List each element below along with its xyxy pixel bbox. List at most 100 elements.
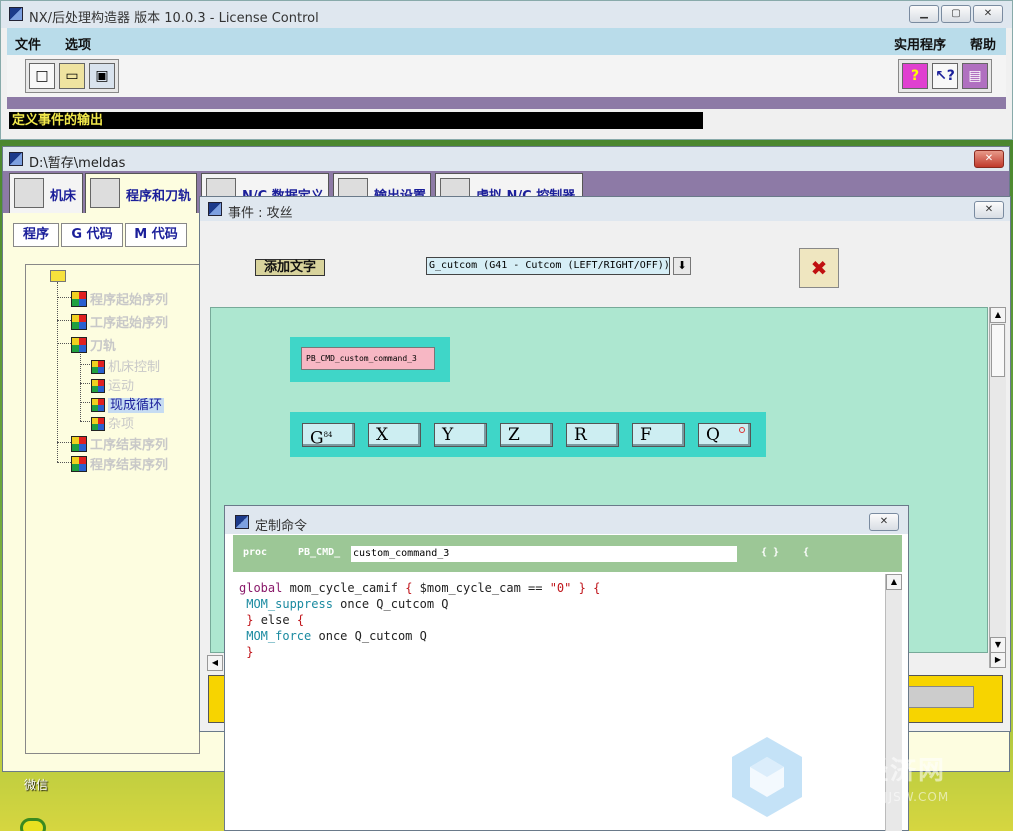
minimize-icon[interactable]: ▁ bbox=[909, 5, 939, 23]
menu-help[interactable]: 帮助 bbox=[970, 34, 996, 53]
tree-node-operation-end[interactable]: 工序结束序列 bbox=[71, 434, 168, 453]
block-template-combo[interactable]: G_cutcom (G41 - Cutcom (LEFT/RIGHT/OFF)) bbox=[426, 257, 670, 275]
event-vertical-scrollbar[interactable]: ▲ ▼ ▶ bbox=[989, 307, 1006, 668]
scroll-thumb[interactable] bbox=[991, 324, 1005, 377]
menu-file[interactable]: 文件 bbox=[15, 34, 41, 53]
watermark-text: 经济网 bbox=[862, 756, 947, 786]
tree-node-program-end[interactable]: 程序结束序列 bbox=[71, 454, 168, 473]
tree-node-misc[interactable]: 杂项 bbox=[91, 413, 134, 432]
open-folder-icon[interactable]: ▭ bbox=[59, 63, 85, 89]
cube-icon bbox=[71, 456, 87, 472]
file-tool-group: □ ▭ ▣ bbox=[25, 59, 119, 93]
doc-close-icon[interactable]: ✕ bbox=[974, 150, 1004, 168]
proc-prefix: PB_CMD_ bbox=[298, 547, 341, 558]
address-label: R bbox=[574, 425, 587, 445]
cube-icon bbox=[91, 398, 105, 412]
wechat-icon[interactable] bbox=[20, 818, 46, 831]
address-y[interactable]: Y bbox=[434, 423, 487, 447]
custom-app-icon bbox=[235, 515, 249, 529]
app-icon bbox=[9, 7, 23, 21]
main-window: NX/后处理构造器 版本 10.0.3 - License Control ▁ … bbox=[0, 0, 1013, 140]
tree-line bbox=[57, 320, 71, 321]
tab-label: 机床 bbox=[50, 189, 77, 204]
tree-node-operation-start[interactable]: 工序起始序列 bbox=[71, 312, 168, 331]
action-button[interactable] bbox=[899, 686, 974, 708]
address-label: G bbox=[310, 428, 324, 449]
custom-command-title: 定制命令 bbox=[255, 519, 308, 534]
tab-program-toolpath[interactable]: 程序和刀轨 bbox=[85, 173, 197, 213]
proc-body-brace: { bbox=[803, 547, 810, 558]
event-close-icon[interactable]: ✕ bbox=[974, 201, 1004, 219]
balloon-help-icon[interactable]: ? bbox=[902, 63, 928, 89]
code-scroll-up-icon[interactable]: ▲ bbox=[886, 574, 902, 590]
folder-icon[interactable] bbox=[50, 270, 66, 282]
subtab-m-code[interactable]: M 代码 bbox=[125, 223, 187, 247]
desktop-icon-label[interactable]: 微信 bbox=[24, 776, 48, 793]
save-icon[interactable]: ▣ bbox=[89, 63, 115, 89]
address-f[interactable]: F bbox=[632, 423, 685, 447]
trash-icon[interactable]: ✖ bbox=[799, 248, 839, 288]
menu-options[interactable]: 选项 bbox=[65, 34, 91, 53]
tree-line bbox=[57, 343, 71, 344]
address-q[interactable]: Q bbox=[698, 423, 751, 447]
custom-close-icon[interactable]: ✕ bbox=[869, 513, 899, 531]
proc-name-input[interactable]: custom_command_3 bbox=[351, 546, 737, 562]
scroll-left-icon[interactable]: ◀ bbox=[207, 655, 223, 671]
address-x[interactable]: X bbox=[368, 423, 421, 447]
context-help-icon[interactable]: ↖? bbox=[932, 63, 958, 89]
code-line: MOM_force once Q_cutcom Q bbox=[246, 629, 427, 643]
machine-icon bbox=[14, 178, 44, 208]
tree-node-program-start[interactable]: 程序起始序列 bbox=[71, 289, 168, 308]
address-sup: 84 bbox=[323, 431, 333, 439]
menu-bar: 文件 选项 实用程序 帮助 bbox=[7, 28, 1006, 55]
address-label: Z bbox=[508, 425, 520, 445]
custom-command-block: PB_CMD_custom_command_3 bbox=[290, 337, 450, 382]
subtab-g-code[interactable]: G 代码 bbox=[61, 223, 123, 247]
address-label: Y bbox=[442, 425, 454, 445]
close-icon[interactable]: ✕ bbox=[973, 5, 1003, 23]
tree-node-canned-cycle[interactable]: 现成循环 bbox=[91, 394, 165, 413]
manual-book-icon[interactable]: ▤ bbox=[962, 63, 988, 89]
sequence-tree: 程序起始序列 工序起始序列 刀轨 机床控制 运动 现成循环 杂项 工序结束序列 … bbox=[25, 264, 200, 754]
scroll-right-icon[interactable]: ▶ bbox=[990, 652, 1006, 668]
tree-node-machine-control[interactable]: 机床控制 bbox=[91, 356, 160, 375]
proc-header: proc PB_CMD_ custom_command_3 { } { bbox=[233, 535, 902, 572]
subtab-bar: 程序 G 代码 M 代码 bbox=[13, 223, 198, 247]
tree-line bbox=[80, 351, 81, 421]
custom-command-title-bar: 定制命令 ✕ bbox=[225, 506, 908, 534]
cube-icon bbox=[71, 337, 87, 353]
tab-machine[interactable]: 机床 bbox=[9, 173, 83, 213]
custom-command-window: 定制命令 ✕ proc PB_CMD_ custom_command_3 { }… bbox=[224, 505, 909, 831]
tab-label: 程序和刀轨 bbox=[126, 189, 192, 204]
tree-node-motion[interactable]: 运动 bbox=[91, 375, 134, 394]
tree-line bbox=[57, 282, 58, 462]
download-arrow-icon[interactable]: ⬇ bbox=[673, 257, 691, 275]
add-text-button[interactable]: 添加文字 bbox=[255, 259, 325, 276]
proc-args-braces: { } bbox=[761, 547, 780, 558]
subtab-program[interactable]: 程序 bbox=[13, 223, 59, 247]
custom-command-element[interactable]: PB_CMD_custom_command_3 bbox=[301, 347, 435, 370]
cube-icon bbox=[71, 436, 87, 452]
cube-icon bbox=[71, 291, 87, 307]
new-file-icon[interactable]: □ bbox=[29, 63, 55, 89]
status-bar: 定义事件的输出 bbox=[9, 112, 703, 129]
separator-strip bbox=[7, 97, 1006, 109]
tree-node-toolpath[interactable]: 刀轨 bbox=[71, 335, 116, 354]
help-tool-group: ? ↖? ▤ bbox=[898, 59, 992, 93]
main-title: NX/后处理构造器 版本 10.0.3 - License Control bbox=[29, 11, 319, 26]
code-line: } else { bbox=[246, 613, 305, 627]
address-r[interactable]: R bbox=[566, 423, 619, 447]
event-title-bar: 事件 : 攻丝 ✕ bbox=[200, 197, 1010, 221]
cube-icon bbox=[91, 360, 105, 374]
menu-utilities[interactable]: 实用程序 bbox=[894, 34, 946, 53]
proc-keyword: proc bbox=[243, 547, 268, 558]
code-line: MOM_suppress once Q_cutcom Q bbox=[246, 597, 449, 611]
address-z[interactable]: Z bbox=[500, 423, 553, 447]
tree-line bbox=[57, 297, 71, 298]
maximize-icon[interactable]: ▢ bbox=[941, 5, 971, 23]
scroll-up-icon[interactable]: ▲ bbox=[990, 307, 1006, 323]
toolpath-icon bbox=[90, 178, 120, 208]
address-g[interactable]: G84 bbox=[302, 423, 355, 449]
doc-app-icon bbox=[9, 152, 23, 166]
scroll-down-icon[interactable]: ▼ bbox=[990, 637, 1006, 653]
